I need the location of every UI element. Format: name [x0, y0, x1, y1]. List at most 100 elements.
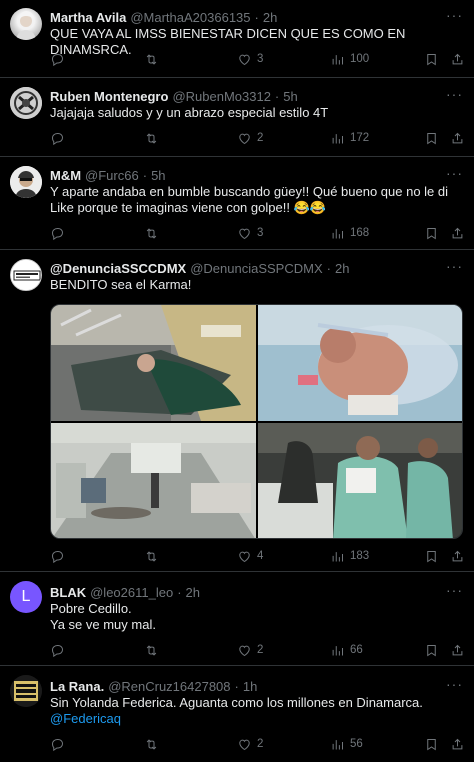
bookmark-button[interactable]	[424, 643, 439, 658]
heart-icon	[237, 52, 252, 67]
heart-icon	[237, 549, 252, 564]
more-icon[interactable]: ···	[446, 87, 462, 105]
more-icon[interactable]: ···	[446, 259, 462, 277]
avatar[interactable]	[10, 259, 42, 291]
like-button[interactable]: 2	[237, 643, 263, 658]
tweet[interactable]: Martha Avila @MarthaA20366135 · 2h ··· Q…	[0, 0, 474, 78]
views-button[interactable]: 66	[330, 643, 363, 658]
user-handle[interactable]: @MarthaA20366135	[130, 10, 250, 25]
retweet-button[interactable]	[144, 549, 164, 564]
timestamp[interactable]: 5h	[283, 89, 297, 104]
bookmark-button[interactable]	[424, 131, 439, 146]
heart-icon	[237, 226, 252, 241]
retweet-button[interactable]	[144, 643, 164, 658]
retweet-button[interactable]	[144, 226, 164, 241]
media-grid[interactable]	[50, 304, 463, 539]
like-button[interactable]: 3	[237, 226, 263, 241]
bookmark-button[interactable]	[424, 737, 439, 752]
user-name[interactable]: BLAK	[50, 585, 86, 600]
like-button[interactable]: 2	[237, 131, 263, 146]
user-handle[interactable]: @leo2611_leo	[90, 585, 173, 600]
view-count: 56	[350, 738, 363, 750]
views-icon	[330, 549, 345, 564]
tweet[interactable]: La Rana. @RenCruz16427808 · 1h ··· Sin Y…	[0, 667, 474, 762]
timestamp[interactable]: 2h	[335, 261, 349, 276]
views-button[interactable]: 56	[330, 737, 363, 752]
reply-button[interactable]	[50, 737, 70, 752]
media-photo[interactable]	[258, 423, 462, 538]
share-button[interactable]	[450, 226, 465, 241]
user-name[interactable]: @DenunciaSSCCDMX	[50, 261, 186, 276]
bookmark-icon	[424, 549, 439, 564]
user-name[interactable]: Martha Avila	[50, 10, 126, 25]
share-button[interactable]	[450, 549, 465, 564]
like-button[interactable]: 4	[237, 549, 263, 564]
mention-link[interactable]: @Federicaq	[50, 711, 455, 727]
views-icon	[330, 737, 345, 752]
share-icon	[450, 549, 465, 564]
views-button[interactable]: 100	[330, 52, 369, 67]
share-icon	[450, 737, 465, 752]
user-name[interactable]: Ruben Montenegro	[50, 89, 168, 104]
more-icon[interactable]: ···	[446, 8, 462, 26]
avatar[interactable]	[10, 87, 42, 119]
reply-button[interactable]	[50, 226, 70, 241]
like-count: 3	[257, 227, 264, 239]
reply-button[interactable]	[50, 643, 70, 658]
like-count: 2	[257, 132, 264, 144]
user-handle[interactable]: @RenCruz16427808	[108, 679, 230, 694]
share-button[interactable]	[450, 52, 465, 67]
like-count: 2	[257, 644, 264, 656]
tweet[interactable]: Ruben Montenegro @RubenMo3312 · 5h ··· J…	[0, 79, 474, 157]
like-button[interactable]: 2	[237, 737, 263, 752]
bookmark-icon	[424, 226, 439, 241]
views-button[interactable]: 168	[330, 226, 369, 241]
reply-button[interactable]	[50, 52, 70, 67]
more-icon[interactable]: ···	[446, 677, 462, 695]
bookmark-button[interactable]	[424, 52, 439, 67]
bookmark-icon	[424, 737, 439, 752]
tweet-actions: 3 168	[50, 224, 445, 242]
avatar[interactable]	[10, 8, 42, 40]
timestamp[interactable]: 2h	[186, 585, 200, 600]
user-handle[interactable]: @DenunciaSSPCDMX	[190, 261, 322, 276]
share-button[interactable]	[450, 737, 465, 752]
tweet[interactable]: M&M @Furc66 · 5h ··· Y aparte andaba en …	[0, 158, 474, 250]
heart-icon	[237, 737, 252, 752]
media-photo[interactable]	[51, 423, 256, 538]
avatar[interactable]	[10, 675, 42, 707]
more-icon[interactable]: ···	[446, 166, 462, 184]
share-button[interactable]	[450, 131, 465, 146]
retweet-button[interactable]	[144, 52, 164, 67]
retweet-button[interactable]	[144, 737, 164, 752]
bookmark-button[interactable]	[424, 549, 439, 564]
views-icon	[330, 131, 345, 146]
views-button[interactable]: 172	[330, 131, 369, 146]
like-count: 3	[257, 53, 264, 65]
share-button[interactable]	[450, 643, 465, 658]
user-handle[interactable]: @Furc66	[85, 168, 139, 183]
user-handle[interactable]: @RubenMo3312	[172, 89, 270, 104]
bookmark-button[interactable]	[424, 226, 439, 241]
like-count: 4	[257, 550, 264, 562]
bookmark-icon	[424, 131, 439, 146]
user-name[interactable]: M&M	[50, 168, 81, 183]
like-button[interactable]: 3	[237, 52, 263, 67]
view-count: 100	[350, 53, 370, 65]
retweet-button[interactable]	[144, 131, 164, 146]
media-photo[interactable]	[51, 305, 256, 421]
tweet[interactable]: @DenunciaSSCCDMX @DenunciaSSPCDMX · 2h ·…	[0, 251, 474, 572]
timestamp[interactable]: 1h	[243, 679, 257, 694]
timestamp[interactable]: 5h	[151, 168, 165, 183]
timestamp[interactable]: 2h	[263, 10, 277, 25]
more-icon[interactable]: ···	[446, 583, 462, 601]
user-name[interactable]: La Rana.	[50, 679, 104, 694]
reply-icon	[50, 226, 65, 241]
reply-button[interactable]	[50, 131, 70, 146]
tweet[interactable]: L BLAK @leo2611_leo · 2h ··· Pobre Cedil…	[0, 573, 474, 666]
avatar[interactable]: L	[10, 581, 42, 613]
reply-button[interactable]	[50, 549, 70, 564]
media-photo[interactable]	[258, 305, 462, 421]
views-button[interactable]: 183	[330, 549, 369, 564]
avatar[interactable]	[10, 166, 42, 198]
